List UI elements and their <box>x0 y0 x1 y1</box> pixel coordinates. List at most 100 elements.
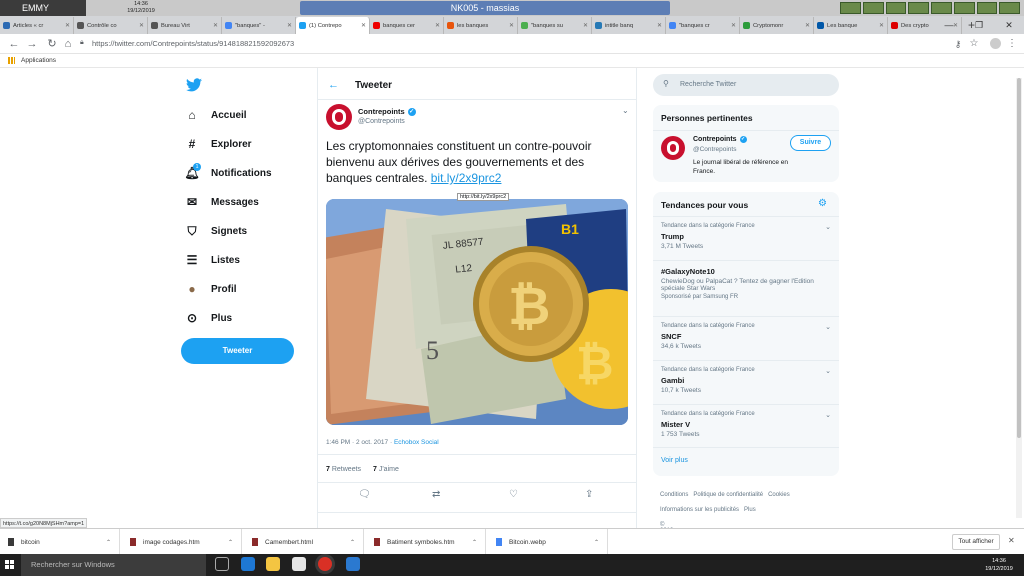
browser-tab[interactable]: Bureau Virt ✕ <box>148 17 222 34</box>
close-downloads-icon[interactable]: ✕ <box>1008 536 1015 545</box>
footer-links[interactable]: Conditions Politique de confidentialité … <box>660 492 790 498</box>
see-more-link[interactable]: Voir plus <box>661 457 688 464</box>
download-options-chevron-icon[interactable]: ⌃ <box>594 539 599 546</box>
sidebar-item-messages[interactable]: ✉ Messages <box>184 193 259 211</box>
system-tray-clock[interactable]: 14:36 19/12/2019 <box>974 554 1024 576</box>
chrome-icon[interactable] <box>318 557 332 571</box>
windows-start-icon[interactable] <box>0 554 20 576</box>
twitter-logo-icon[interactable] <box>186 78 202 92</box>
tab-close-icon[interactable]: ✕ <box>287 22 292 29</box>
trend-item[interactable]: Tendance dans la catégorie France Trump 3,… <box>653 216 839 260</box>
browser-tab[interactable]: Cryptomonr ✕ <box>740 17 814 34</box>
url-field[interactable]: https://twitter.com/Contrepoints/status/… <box>92 39 294 48</box>
maximize-button[interactable]: ❐ <box>964 16 994 34</box>
apps-icon[interactable] <box>8 56 15 64</box>
trend-name[interactable]: Gambi <box>661 376 831 385</box>
tab-close-icon[interactable]: ✕ <box>731 22 736 29</box>
menu-icon[interactable]: ⋮ <box>1006 38 1018 50</box>
session-tool-icon[interactable] <box>862 2 884 14</box>
footer-links-2[interactable]: Informations sur les publicités Plus <box>660 507 756 513</box>
file-explorer-icon[interactable] <box>266 557 280 571</box>
session-tool-icon[interactable] <box>840 2 861 14</box>
reply-icon[interactable]: 🗨︎ <box>358 489 371 500</box>
author-name[interactable]: Contrepoints <box>358 107 405 116</box>
author-avatar[interactable] <box>326 104 352 130</box>
session-tool-icon[interactable] <box>908 2 929 14</box>
trend-name[interactable]: Trump <box>661 232 831 241</box>
author-name-row[interactable]: Contrepoints ✓ <box>358 107 416 116</box>
trend-name[interactable]: Mister V <box>661 420 831 429</box>
retweet-icon[interactable]: ⇄ <box>432 489 440 500</box>
tab-close-icon[interactable]: ✕ <box>879 22 884 29</box>
tab-close-icon[interactable]: ✕ <box>213 22 218 29</box>
browser-tab[interactable]: Les banque ✕ <box>814 17 888 34</box>
download-options-chevron-icon[interactable]: ⌃ <box>106 539 111 546</box>
browser-tab[interactable]: "banques su ✕ <box>518 17 592 34</box>
search-box[interactable]: ⚲ Recherche Twitter <box>653 74 839 96</box>
tweet-image[interactable]: JL 88577 L12 5 B1 ₿ ₿ <box>326 199 628 425</box>
share-icon[interactable]: ⇪ <box>585 489 593 500</box>
sidebar-item-plus[interactable]: ⊙ Plus <box>184 309 232 327</box>
browser-tab[interactable]: Articles « cr ✕ <box>0 17 74 34</box>
show-all-button[interactable]: Tout afficher <box>952 534 1000 550</box>
follow-button[interactable]: Suivre <box>790 135 831 151</box>
browser-tab[interactable]: "banques" - ✕ <box>222 17 296 34</box>
minimize-button[interactable]: — <box>934 16 964 34</box>
star-icon[interactable]: ☆ <box>968 38 980 50</box>
trend-name[interactable]: SNCF <box>661 332 831 341</box>
session-tool-icon[interactable] <box>931 2 952 14</box>
task-view-icon[interactable] <box>215 557 229 571</box>
profile-avatar[interactable] <box>990 38 1001 49</box>
tab-close-icon[interactable]: ✕ <box>657 22 662 29</box>
sidebar-item-profil[interactable]: ● Profil <box>184 280 236 298</box>
tweet-button[interactable]: Tweeter <box>181 338 294 364</box>
tab-close-icon[interactable]: ✕ <box>139 22 144 29</box>
search-input[interactable]: Recherche Twitter <box>680 81 736 88</box>
person-avatar[interactable] <box>661 136 685 160</box>
session-toolbar[interactable] <box>840 2 1020 14</box>
trend-item[interactable]: Tendance dans la catégorie France Gambi 10… <box>653 360 839 404</box>
person-name-row[interactable]: Contrepoints ✓ <box>693 136 747 143</box>
session-tool-icon[interactable] <box>976 2 998 14</box>
download-item[interactable]: Camembert.html ⌃ <box>244 529 364 555</box>
download-item[interactable]: Bitcoin.webp ⌃ <box>488 529 608 555</box>
store-icon[interactable] <box>292 557 306 571</box>
session-tool-icon[interactable] <box>885 2 907 14</box>
forward-icon[interactable]: → <box>26 38 38 50</box>
trend-item[interactable]: #GalaxyNote10 ChewieDog ou PalpaCat ? Ten… <box>653 260 839 316</box>
tab-close-icon[interactable]: ✕ <box>805 22 810 29</box>
key-icon[interactable]: ⚷ <box>952 38 964 50</box>
person-name[interactable]: Contrepoints <box>693 136 737 143</box>
tab-close-icon[interactable]: ✕ <box>583 22 588 29</box>
person-handle[interactable]: @Contrepoints <box>693 146 736 153</box>
reload-icon[interactable]: ↻ <box>46 38 58 50</box>
browser-tab[interactable]: Contrôle co ✕ <box>74 17 148 34</box>
likes-stat[interactable]: 7 J'aime <box>373 466 399 473</box>
session-tool-icon[interactable] <box>999 2 1020 14</box>
browser-tab[interactable]: les banques ✕ <box>444 17 518 34</box>
author-handle[interactable]: @Contrepoints <box>358 118 405 125</box>
session-tool-icon[interactable] <box>953 2 975 14</box>
trend-menu-chevron-icon[interactable]: ⌄ <box>825 323 831 331</box>
tab-close-icon[interactable]: ✕ <box>509 22 514 29</box>
scrollbar[interactable] <box>1016 78 1022 518</box>
sidebar-item-signets[interactable]: ⛉ Signets <box>184 222 247 240</box>
trend-name[interactable]: #GalaxyNote10 <box>661 267 831 276</box>
tweet-link[interactable]: bit.ly/2x9prc2 <box>431 171 502 185</box>
download-item[interactable]: Batiment symboles.htm ⌃ <box>366 529 486 555</box>
sidebar-item-listes[interactable]: ☰ Listes <box>184 251 240 269</box>
browser-tab[interactable]: (1) Contrepo ✕ <box>296 17 370 34</box>
close-button[interactable]: ✕ <box>994 16 1024 34</box>
home-button-icon[interactable]: ⌂ <box>62 38 74 50</box>
download-options-chevron-icon[interactable]: ⌃ <box>472 539 477 546</box>
scrollbar-thumb[interactable] <box>1017 78 1021 438</box>
download-item[interactable]: bitcoin ⌃ <box>0 529 120 555</box>
tweet-source[interactable]: Echobox Social <box>394 439 439 446</box>
back-icon[interactable]: ← <box>8 38 20 50</box>
back-arrow-icon[interactable]: ← <box>328 79 339 91</box>
download-options-chevron-icon[interactable]: ⌃ <box>228 539 233 546</box>
tweet-timestamp[interactable]: 1:46 PM · 2 oct. 2017 · <box>326 439 394 446</box>
browser-tab[interactable]: "banques cr ✕ <box>666 17 740 34</box>
browser-tab[interactable]: intitle banq ✕ <box>592 17 666 34</box>
bookmark-applications[interactable]: Applications <box>21 57 56 64</box>
